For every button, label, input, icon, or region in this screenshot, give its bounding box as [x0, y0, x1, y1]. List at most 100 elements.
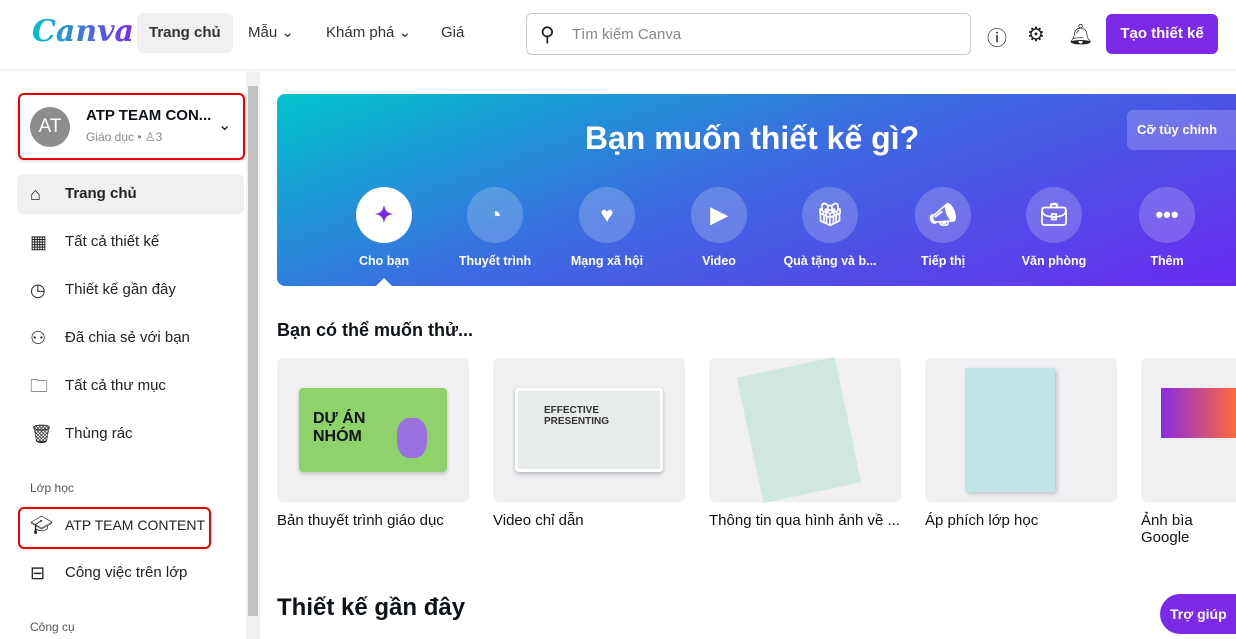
- section-tools: Công cụ: [30, 620, 75, 634]
- nav-home[interactable]: Trang chủ: [137, 13, 233, 53]
- briefcase-icon: 💼︎: [1026, 187, 1082, 243]
- thumbnail: EFFECTIVE PRESENTING: [515, 388, 663, 472]
- presentation-icon: ◔: [467, 187, 523, 243]
- sidebar-item-label: Thiết kế gần đây: [65, 281, 176, 298]
- nav-label: Mẫu: [248, 24, 278, 41]
- monster-illustration: [397, 418, 427, 458]
- team-category: Giáo dục: [86, 130, 135, 144]
- card-label[interactable]: Video chỉ dẫn: [493, 512, 584, 529]
- sidebar-item-shared[interactable]: ⚇ Đã chia sẻ với bạn: [17, 318, 244, 358]
- team-name: ATP TEAM CON...: [86, 107, 212, 124]
- megaphone-icon: 📣︎: [915, 187, 971, 243]
- video-icon: ▶: [691, 187, 747, 243]
- nav-discover[interactable]: Khám phá ⌄: [314, 13, 423, 53]
- category-presentation[interactable]: ◔ Thuyết trình: [440, 187, 550, 268]
- category-office[interactable]: 💼︎ Văn phòng: [999, 187, 1109, 268]
- category-more[interactable]: ••• Thêm: [1112, 187, 1222, 268]
- design-banner: Bạn muốn thiết kế gì? Cỡ tùy chỉnh ✦ Cho …: [277, 94, 1236, 286]
- help-button[interactable]: Trợ giúp: [1160, 594, 1236, 634]
- people-icon: ⚇: [30, 328, 47, 348]
- sidebar-item-label: Tất cả thiết kế: [65, 233, 160, 250]
- sidebar-item-label: Thùng rác: [65, 425, 133, 442]
- category-marketing[interactable]: 📣︎ Tiếp thị: [888, 187, 998, 268]
- create-design-button[interactable]: Tạo thiết kế: [1106, 14, 1218, 54]
- grid-icon: ▦: [30, 232, 48, 252]
- selected-indicator: [376, 278, 392, 286]
- card-label[interactable]: Áp phích lớp học: [925, 512, 1038, 529]
- scrollbar-thumb[interactable]: [248, 86, 258, 616]
- template-card[interactable]: [709, 357, 901, 503]
- nav-templates[interactable]: Mẫu ⌄: [236, 13, 306, 53]
- sidebar-item-label: Công việc trên lớp: [65, 564, 188, 581]
- inbox-icon: ⊟: [30, 563, 46, 583]
- sparkle-icon: ✦: [356, 187, 412, 243]
- top-header: Canva Trang chủ Mẫu ⌄ Khám phá ⌄ Giá ⚲ T…: [0, 0, 1236, 70]
- category-gifts[interactable]: 🎁︎ Quà tặng và b...: [775, 187, 885, 268]
- search-icon: ⚲: [540, 24, 555, 46]
- nav-pricing[interactable]: Giá: [429, 13, 476, 53]
- sidebar-item-recent[interactable]: ◷ Thiết kế gần đây: [17, 270, 244, 310]
- canva-logo[interactable]: Canva: [32, 14, 134, 49]
- more-icon: •••: [1139, 187, 1195, 243]
- search-input[interactable]: ⚲ Tìm kiếm Canva: [526, 13, 971, 55]
- sidebar-scrollbar[interactable]: [246, 71, 260, 639]
- sidebar-item-label: Tất cả thư mục: [65, 377, 166, 394]
- search-placeholder: Tìm kiếm Canva: [572, 26, 682, 43]
- category-label: Video: [702, 254, 736, 268]
- nav-label: Khám phá: [326, 24, 395, 41]
- custom-size-button[interactable]: Cỡ tùy chỉnh: [1127, 110, 1236, 150]
- thumbnail: [965, 368, 1055, 492]
- thumb-text: DỰ ÁN NHÓM: [313, 410, 366, 445]
- template-card[interactable]: EFFECTIVE PRESENTING: [493, 358, 685, 502]
- bell-icon[interactable]: 🔔︎: [1068, 22, 1093, 47]
- sidebar-item-all-designs[interactable]: ▦ Tất cả thiết kế: [17, 222, 244, 262]
- card-label[interactable]: Bản thuyết trình giáo dục: [277, 512, 444, 529]
- sidebar-item-label: Đã chia sẻ với bạn: [65, 329, 190, 346]
- highlight-box: [18, 507, 211, 549]
- category-social[interactable]: ♥ Mạng xã hội: [552, 187, 662, 268]
- sidebar-item-home[interactable]: ⌂ Trang chủ: [17, 174, 244, 214]
- thumbnail: [1161, 388, 1236, 438]
- category-video[interactable]: ▶ Video: [664, 187, 774, 268]
- help-icon[interactable]: ⓘ: [987, 22, 1007, 51]
- recent-title: Thiết kế gần đây: [277, 594, 466, 621]
- thumb-text: EFFECTIVE PRESENTING: [544, 405, 610, 427]
- team-switcher[interactable]: AT ATP TEAM CON... Giáo dục • ♙3 ⌄: [18, 93, 245, 160]
- avatar: AT: [30, 107, 70, 147]
- category-for-you[interactable]: ✦ Cho bạn: [329, 187, 439, 268]
- chevron-down-icon: ⌄: [281, 24, 294, 41]
- chevron-down-icon: ⌄: [398, 24, 412, 41]
- card-label[interactable]: Thông tin qua hình ảnh về ...: [709, 512, 900, 529]
- category-label: Quà tặng và b...: [783, 254, 877, 268]
- thumbnail: [736, 357, 862, 503]
- gear-icon[interactable]: ⚙: [1027, 22, 1045, 47]
- gift-icon: 🎁︎: [802, 187, 858, 243]
- template-card[interactable]: DỰ ÁN NHÓM: [277, 358, 469, 502]
- section-class: Lớp học: [30, 481, 74, 495]
- category-label: Tiếp thị: [920, 254, 966, 268]
- people-icon: ♙: [144, 130, 156, 144]
- category-label: Thêm: [1150, 254, 1184, 268]
- sidebar-item-classwork[interactable]: ⊟ Công việc trên lớp: [17, 553, 244, 593]
- category-label: Mạng xã hội: [570, 254, 644, 268]
- card-label[interactable]: Ảnh bìa Google: [1141, 512, 1236, 546]
- banner-title: Bạn muốn thiết kế gì?: [584, 120, 920, 156]
- trash-icon: 🗑︎: [30, 424, 53, 444]
- sidebar-item-label: Trang chủ: [65, 185, 137, 202]
- suggest-title: Bạn có thể muốn thử...: [277, 320, 474, 340]
- team-meta: Giáo dục • ♙3: [86, 130, 163, 144]
- template-card[interactable]: [1141, 358, 1236, 502]
- heart-bubble-icon: ♥: [579, 187, 635, 243]
- category-label: Cho bạn: [359, 254, 409, 268]
- sidebar-item-folders[interactable]: 🗀 Tất cả thư mục: [17, 366, 244, 406]
- folder-icon: 🗀: [30, 376, 48, 396]
- category-label: Thuyết trình: [458, 254, 532, 268]
- clock-icon: ◷: [30, 280, 46, 300]
- chevron-down-icon: ⌄: [218, 117, 232, 134]
- member-count: 3: [155, 130, 163, 144]
- thumbnail: DỰ ÁN NHÓM: [299, 388, 447, 472]
- sidebar-item-trash[interactable]: 🗑︎ Thùng rác: [17, 414, 244, 454]
- category-label: Văn phòng: [1021, 254, 1087, 268]
- template-card[interactable]: [925, 358, 1117, 502]
- home-icon: ⌂: [30, 184, 41, 204]
